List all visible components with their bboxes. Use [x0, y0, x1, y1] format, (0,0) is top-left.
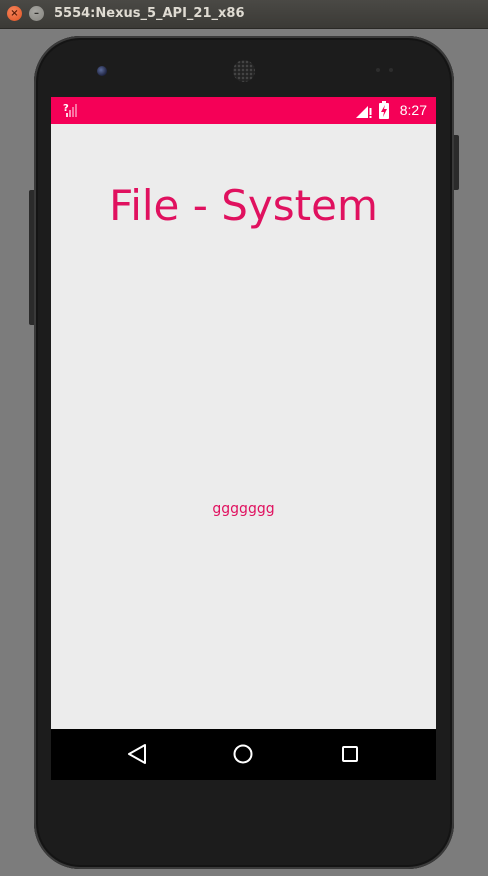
cell-signal-icon: [356, 106, 372, 118]
device-screen: ? 8:27 File - System ggggggg: [51, 97, 436, 780]
recents-icon[interactable]: [335, 739, 365, 769]
power-key[interactable]: [454, 135, 459, 190]
window-titlebar: × – 5554:Nexus_5_API_21_x86: [0, 0, 488, 29]
window-close-button[interactable]: ×: [7, 6, 22, 21]
home-icon[interactable]: [228, 739, 258, 769]
status-clock: 8:27: [399, 102, 427, 118]
battery-charging-icon: [379, 101, 389, 119]
window-title: 5554:Nexus_5_API_21_x86: [54, 6, 245, 21]
window-minimize-button[interactable]: –: [29, 6, 44, 21]
svg-text:?: ?: [63, 103, 69, 114]
navigation-bar: [51, 729, 436, 780]
proximity-sensor-icon: [376, 68, 380, 72]
front-camera-icon: [97, 66, 107, 76]
content-text: ggggggg: [212, 501, 275, 517]
sim-unknown-icon: ?: [63, 103, 77, 117]
back-icon[interactable]: [122, 739, 152, 769]
light-sensor-icon: [389, 68, 393, 72]
status-bar: ? 8:27: [51, 97, 436, 124]
page-title: File - System: [109, 181, 378, 230]
earpiece-speaker-icon: [233, 60, 255, 82]
